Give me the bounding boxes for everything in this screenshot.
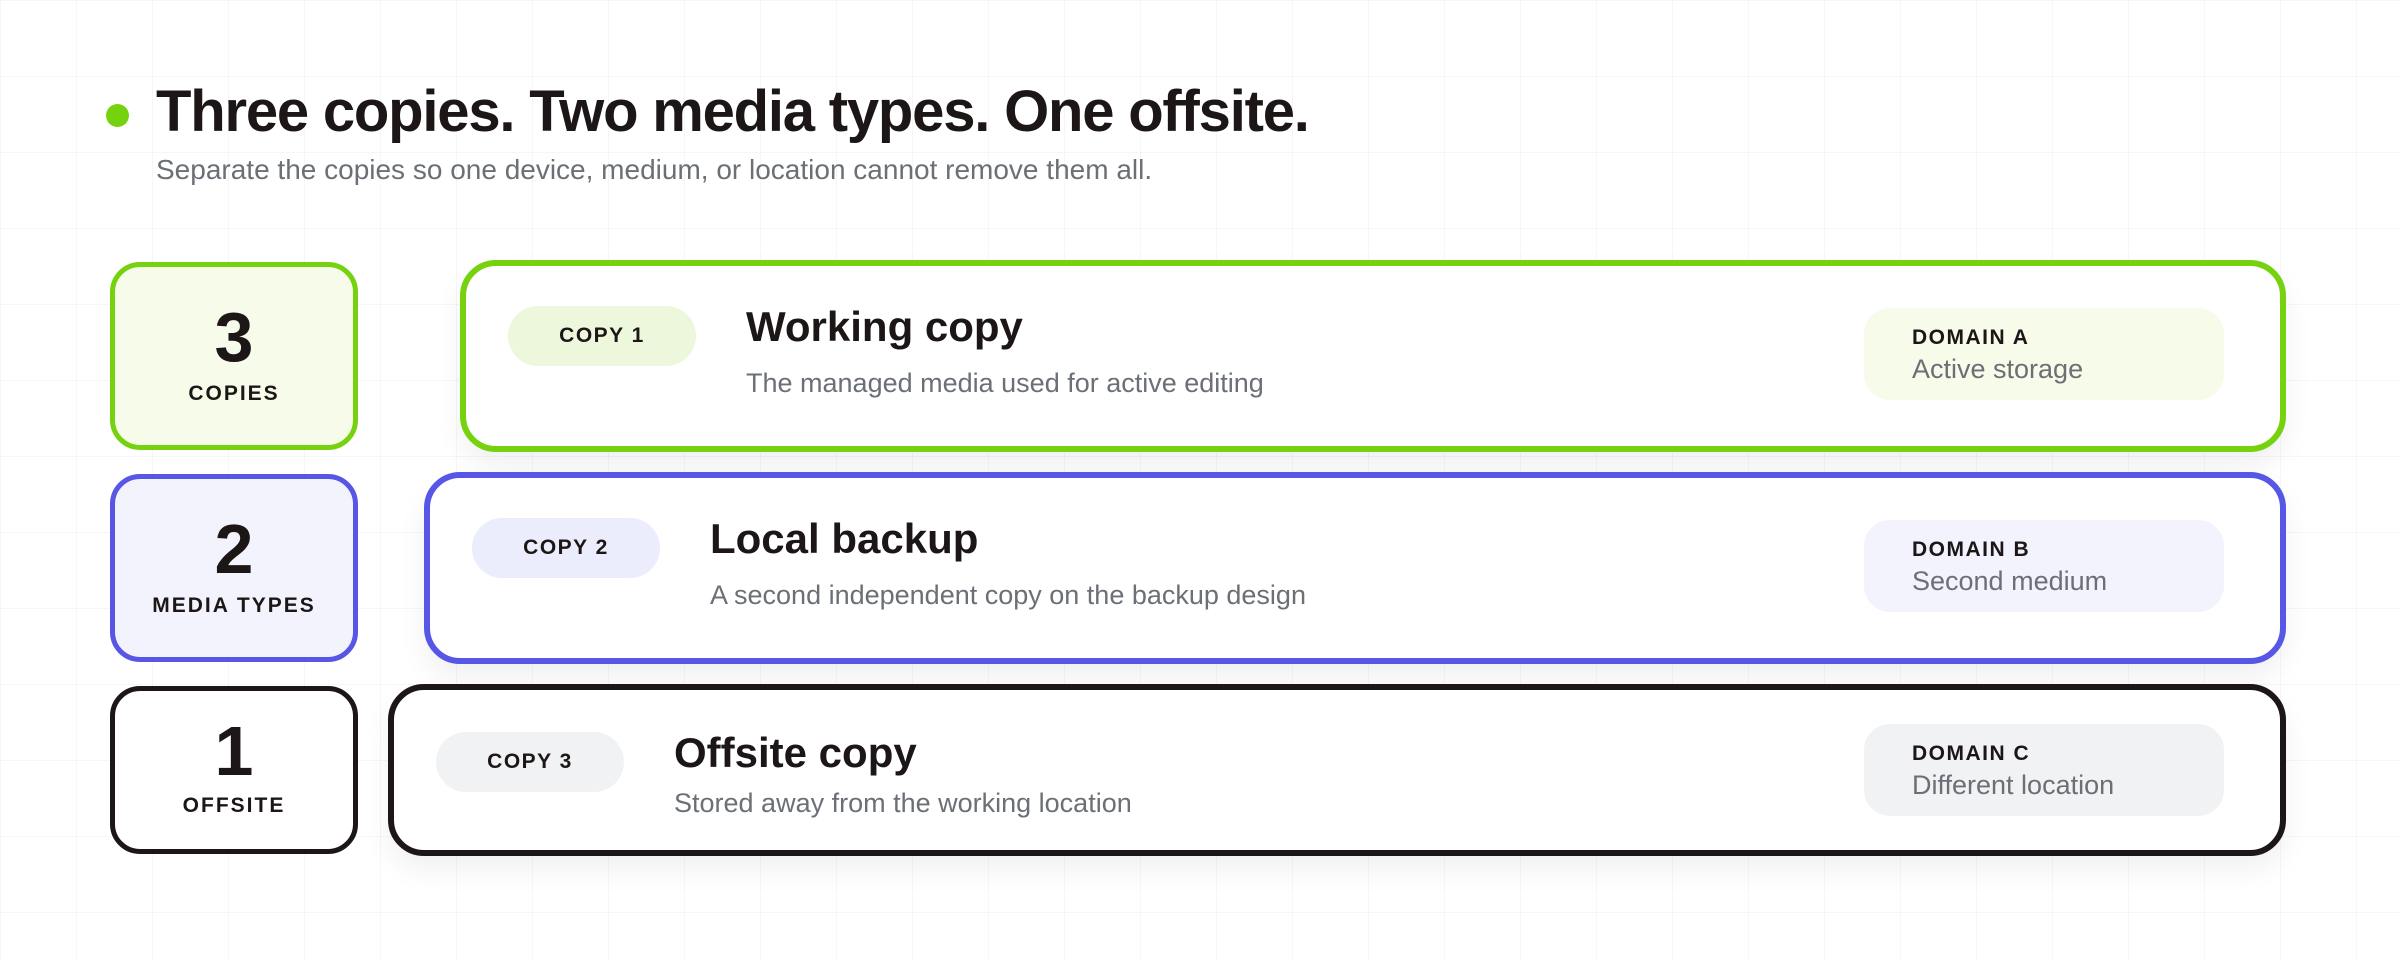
copy-card-local-backup: COPY 2 Local backup A second independent… <box>424 472 2286 664</box>
copy-title: Working copy <box>746 303 1023 350</box>
stat-label: MEDIA TYPES <box>152 594 316 617</box>
page-subtitle: Separate the copies so one device, mediu… <box>156 154 1153 185</box>
accent-dot-icon <box>106 104 129 127</box>
copy-pill: COPY 3 <box>436 732 624 792</box>
domain-label: DOMAIN A <box>1912 326 2030 349</box>
domain-label: DOMAIN B <box>1912 538 2031 561</box>
stat-number: 3 <box>214 298 254 376</box>
copy-description: Stored away from the working location <box>674 788 1132 818</box>
page-title: Three copies. Two media types. One offsi… <box>156 79 1310 144</box>
copy-title: Offsite copy <box>674 729 917 776</box>
stat-label: COPIES <box>188 382 280 405</box>
domain-badge: DOMAIN C Different location <box>1864 724 2224 816</box>
copy-card-offsite: COPY 3 Offsite copy Stored away from the… <box>388 684 2286 856</box>
copy-pill: COPY 2 <box>472 518 660 578</box>
stat-number: 2 <box>214 510 254 588</box>
domain-badge: DOMAIN B Second medium <box>1864 520 2224 612</box>
copy-title: Local backup <box>710 515 979 562</box>
copy-pill: COPY 1 <box>508 306 696 366</box>
domain-value: Different location <box>1912 770 2115 800</box>
stat-media-types: 2 MEDIA TYPES <box>110 474 358 662</box>
domain-badge: DOMAIN A Active storage <box>1864 308 2224 400</box>
stat-copies: 3 COPIES <box>110 262 358 450</box>
stat-number: 1 <box>214 712 254 790</box>
domain-value: Active storage <box>1912 354 2084 384</box>
domain-label: DOMAIN C <box>1912 742 2031 765</box>
stat-offsite: 1 OFFSITE <box>110 686 358 854</box>
copy-card-working: COPY 1 Working copy The managed media us… <box>460 260 2286 452</box>
stat-label: OFFSITE <box>182 794 286 817</box>
copy-description: A second independent copy on the backup … <box>710 580 1306 610</box>
copy-description: The managed media used for active editin… <box>746 368 1264 398</box>
domain-value: Second medium <box>1912 566 2108 596</box>
